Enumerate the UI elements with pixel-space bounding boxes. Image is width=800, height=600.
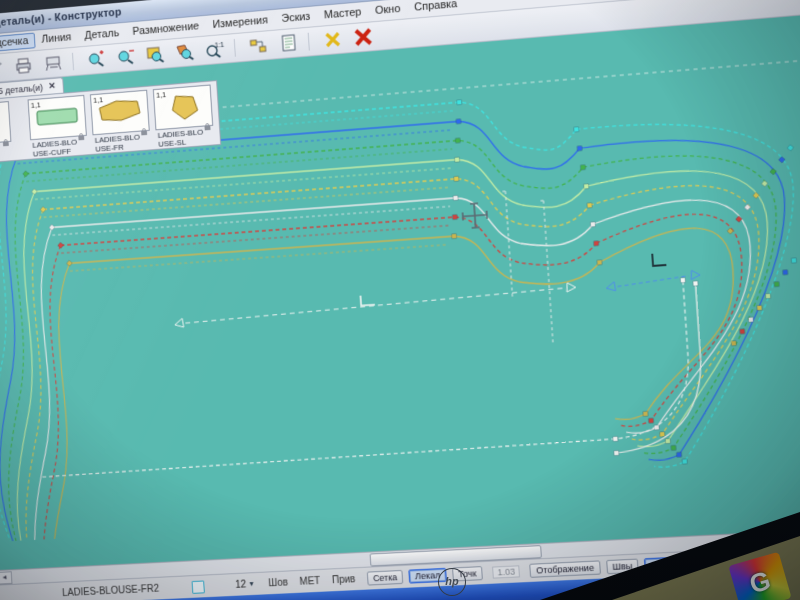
status-scale-field[interactable]: 1.03 (492, 565, 520, 578)
menu-item-эскиз[interactable]: Эскиз (274, 8, 317, 27)
hp-logo: hp (438, 568, 466, 596)
piece-preview[interactable]: 1,1 (28, 95, 87, 140)
zoom-piece-icon[interactable] (172, 39, 199, 65)
crosshair-cursor (462, 203, 488, 229)
status-button-отображение[interactable]: Отображение (530, 560, 601, 577)
zoom-in-icon[interactable] (83, 47, 109, 72)
scroll-left-arrow-icon[interactable]: ◄ (0, 571, 12, 584)
piece-card-use-cuff[interactable]: 1,1 LADIES-BLO USE-CUFF (28, 95, 89, 159)
menu-item-измерения[interactable]: Измерения (205, 12, 275, 34)
menu-item-справка[interactable]: Справка (407, 0, 465, 16)
status-checkbox[interactable] (192, 580, 205, 593)
photo-stage: 5 деталь(и) - Конструктор а НадсечкаЛини… (0, 0, 800, 600)
size-selector[interactable]: 12 ▼ (235, 579, 255, 591)
tab-close-icon[interactable]: ✕ (48, 81, 56, 92)
piece-scale: 1,1 (93, 95, 103, 105)
toolbar-separator (308, 32, 314, 50)
lock-icon (77, 128, 84, 134)
current-piece-name: LADIES-BLOUSE-FR2 (62, 582, 187, 599)
toolbar-separator (234, 39, 240, 57)
status-label-мет: МЕТ (299, 575, 320, 587)
menu-item-линия[interactable]: Линия (34, 29, 78, 48)
zoom-out-icon[interactable] (113, 44, 139, 70)
dropdown-arrow-icon: ▼ (248, 581, 255, 588)
plotter-icon[interactable] (41, 50, 67, 75)
svg-text:1:1: 1:1 (215, 42, 225, 50)
status-button-сетка[interactable]: Сетка (367, 570, 404, 586)
size-value: 12 (235, 579, 246, 590)
piece-preview[interactable]: 1,1 (90, 90, 150, 136)
zoom-window-icon[interactable] (142, 42, 168, 68)
status-label-шов: Шов (268, 577, 288, 589)
piece-card-ol[interactable]: S-BLOOL (0, 101, 13, 164)
scheme-icon[interactable] (245, 33, 272, 59)
zoom-1to1-icon[interactable]: 1:1 (202, 37, 229, 63)
piece-preview[interactable] (0, 101, 11, 146)
monitor: 5 деталь(и) - Конструктор а НадсечкаЛини… (0, 0, 800, 600)
piece-card-use-fr[interactable]: 1,1 LADIES-BLO USE-FR (90, 90, 151, 154)
piece-card-use-sl[interactable]: 1,1 LADIES-BLO USE-SL (153, 85, 215, 149)
delete-yellow-icon[interactable] (319, 27, 346, 53)
piece-scale: 1,1 (156, 90, 167, 100)
undo-icon[interactable] (0, 55, 8, 80)
toolbar-separator (72, 52, 78, 70)
lock-icon (140, 123, 147, 129)
menu-item-деталь[interactable]: Деталь (77, 25, 126, 45)
status-button-сетка[interactable]: Сетка (644, 556, 682, 572)
menu-item-окно[interactable]: Окно (368, 0, 408, 19)
report-icon[interactable] (275, 30, 302, 56)
menu-item-надсечка[interactable]: Надсечка (0, 33, 35, 54)
delete-red-icon[interactable] (350, 24, 377, 50)
piece-preview[interactable]: 1,1 (153, 85, 213, 131)
status-button-швы[interactable]: Швы (606, 559, 639, 575)
menu-item-мастер[interactable]: Мастер (317, 4, 369, 24)
lock-icon (1, 134, 8, 140)
status-label-прив: Прив (332, 574, 356, 586)
printer-icon[interactable] (11, 53, 37, 78)
body-area: USE - 5 деталь(и) ✕ S-BLOOL1,1LADIES-BLO… (0, 8, 800, 585)
application-window: 5 деталь(и) - Конструктор а НадсечкаЛини… (0, 0, 800, 600)
lock-icon (203, 118, 210, 124)
piece-scale: 1,1 (31, 100, 41, 110)
pattern-canvas[interactable]: USE - 5 деталь(и) ✕ S-BLOOL1,1LADIES-BLO… (0, 8, 800, 570)
